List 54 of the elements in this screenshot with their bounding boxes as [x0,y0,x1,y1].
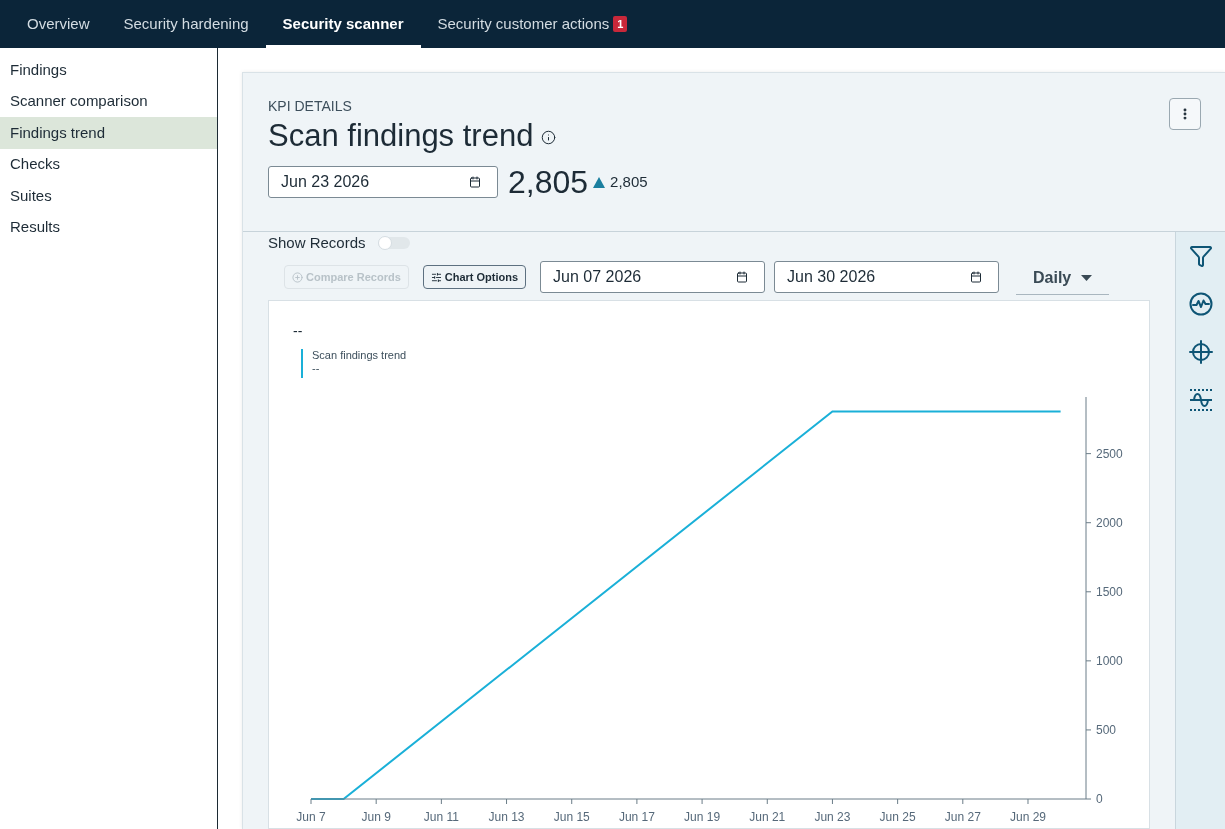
axis-tick-label: Jun 15 [553,810,590,824]
axis-tick-label: 0 [1096,792,1103,806]
chart-value: -- [293,323,303,339]
nav-tab[interactable]: Security scanner [265,0,421,48]
axis-tick-label: Jun 13 [488,810,525,824]
axis-tick-label: Jun 7 [296,810,326,824]
axis-tick-label: 2000 [1096,515,1123,530]
info-icon[interactable] [541,130,557,145]
section-label: KPI DETAILS [268,97,352,115]
calendar-icon [736,271,749,283]
sidebar-item[interactable]: Suites [0,180,217,212]
axis-tick-label: Jun 9 [361,810,391,824]
kpi-value: 2,805 [508,165,589,199]
sidebar-item[interactable]: Scanner comparison [0,85,217,117]
chart-options-button[interactable]: Chart Options [422,265,527,289]
nav-tab[interactable]: Security hardening [106,0,266,48]
sliders-icon [430,271,442,283]
axis-tick-label: Jun 23 [814,810,851,824]
filter-icon[interactable] [1188,244,1213,268]
date-field[interactable]: Jun 30 2026 [774,261,1000,293]
axis-tick-label: Jun 29 [1009,810,1046,824]
axis-tick-label: 1500 [1096,584,1123,599]
axis-tick-label: 500 [1096,722,1117,737]
calendar-icon [469,176,481,188]
axis-tick-label: Jun 17 [618,810,655,824]
activity-circle-icon[interactable] [1188,292,1213,316]
legend-label: Scan findings trend [312,349,407,362]
kpi-change: 2,805 [610,171,648,192]
sidebar-item[interactable]: Findings [0,54,217,86]
axis-tick-label: Jun 19 [684,810,721,824]
toggle-switch[interactable] [377,237,410,249]
date-field[interactable]: Jun 07 2026 [540,261,766,293]
caret-icon [1081,274,1093,281]
interval-dropdown[interactable]: Daily [1016,261,1110,295]
axis-tick-label: Jun 11 [423,810,459,824]
legend-value: -- [312,362,320,375]
axis-tick-label: Jun 27 [944,810,981,824]
axis-tick-label: Jun 21 [749,810,786,824]
crosshair-icon[interactable] [1188,340,1213,364]
axis-tick-label: 1000 [1096,653,1123,668]
wave-threshold-icon[interactable] [1188,388,1213,412]
axis-tick-label: Jun 25 [879,810,916,824]
toggle-label: Show Records [268,232,366,253]
nav-tab[interactable]: Overview [10,0,107,48]
nav-tab[interactable]: Security customer actions 1 [420,0,645,48]
sidebar-item[interactable]: Results [0,211,217,243]
calendar-icon [970,271,983,283]
sidebar-item[interactable]: Findings trend [0,117,217,149]
axis-tick-label: 2500 [1096,446,1123,461]
count-badge: 1 [613,16,628,32]
sidebar-item[interactable]: Checks [0,148,217,180]
plus-circle-icon [292,271,303,283]
date-field[interactable]: Jun 23 2026 [268,166,498,198]
page-title: Scan findings trend [268,117,534,154]
